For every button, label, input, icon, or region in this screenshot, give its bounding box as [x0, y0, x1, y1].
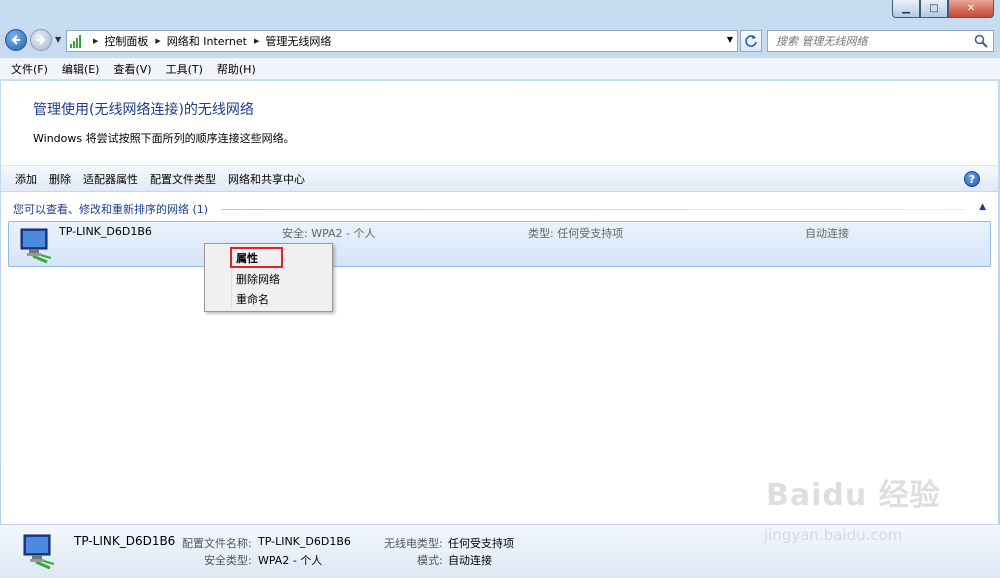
maximize-button[interactable]: □	[920, 0, 948, 18]
details-mode-value: 自动连接	[448, 554, 492, 567]
details-radio-label: 无线电类型:	[384, 537, 443, 550]
context-menu-properties[interactable]: 属性	[236, 250, 258, 266]
wireless-network-icon	[23, 534, 55, 570]
context-menu-delete-network[interactable]: 删除网络	[236, 271, 280, 287]
arrow-left-icon	[11, 35, 20, 45]
wireless-network-icon	[20, 228, 52, 264]
details-profile-label: 配置文件名称:	[182, 537, 252, 550]
search-box	[767, 30, 994, 52]
breadcrumb-manage-wireless[interactable]: 管理无线网络	[265, 33, 331, 49]
window-frame: ▁ □ ✕ ▼ ▶ 控制面板 ▶ 网络和 Internet ▶ 管理无线网络 ▼	[0, 0, 1000, 578]
forward-button[interactable]	[30, 29, 52, 51]
navigation-bar: ▼ ▶ 控制面板 ▶ 网络和 Internet ▶ 管理无线网络 ▼	[0, 26, 1000, 54]
breadcrumb-separator-icon: ▶	[155, 37, 161, 45]
search-icon[interactable]	[974, 34, 988, 48]
baidu-watermark: Baidu 经验 jingyan.baidu.com	[760, 470, 980, 560]
menu-tools[interactable]: 工具(T)	[159, 61, 210, 77]
menu-file[interactable]: 文件(F)	[4, 61, 55, 77]
add-button[interactable]: 添加	[9, 171, 43, 187]
details-profile-value: TP-LINK_D6D1B6	[258, 535, 351, 548]
page-title: 管理使用(无线网络连接)的无线网络	[33, 102, 254, 118]
breadcrumb-separator-icon: ▶	[253, 37, 260, 45]
remove-button[interactable]: 删除	[43, 171, 77, 187]
context-menu-rename[interactable]: 重命名	[236, 291, 269, 307]
network-name: TP-LINK_D6D1B6	[59, 225, 152, 238]
network-type: 类型: 任何受支持项	[528, 227, 624, 240]
page-description: Windows 将尝试按照下面所列的顺序连接这些网络。	[33, 132, 295, 145]
network-control-panel-icon	[70, 34, 86, 48]
menu-view[interactable]: 查看(V)	[106, 61, 158, 77]
help-icon[interactable]: ?	[964, 171, 980, 187]
menu-bar: 文件(F) 编辑(E) 查看(V) 工具(T) 帮助(H)	[0, 58, 1000, 80]
details-radio-value: 任何受支持项	[448, 537, 514, 550]
caption-buttons: ▁ □ ✕	[892, 0, 994, 18]
address-bar[interactable]: ▶ 控制面板 ▶ 网络和 Internet ▶ 管理无线网络 ▼	[66, 30, 738, 52]
search-input[interactable]	[776, 34, 966, 48]
refresh-icon	[745, 35, 757, 47]
refresh-button[interactable]	[740, 30, 762, 52]
context-menu: 属性 删除网络 重命名	[204, 243, 333, 312]
details-security-label: 安全类型:	[204, 554, 252, 567]
history-dropdown-icon[interactable]: ▼	[55, 35, 61, 44]
minimize-button[interactable]: ▁	[892, 0, 920, 18]
arrow-right-icon	[37, 35, 46, 45]
breadcrumb-network-internet[interactable]: 网络和 Internet	[167, 33, 247, 49]
menu-edit[interactable]: 编辑(E)	[55, 61, 107, 77]
group-header: 您可以查看、修改和重新排序的网络 (1)	[13, 203, 209, 216]
chevron-down-icon[interactable]: ▼	[727, 35, 733, 44]
command-toolbar: 添加 删除 适配器属性 配置文件类型 网络和共享中心 ?	[1, 165, 998, 192]
details-network-name: TP-LINK_D6D1B6	[74, 534, 176, 548]
chevron-up-icon[interactable]: ▲	[979, 202, 986, 212]
details-security-value: WPA2 - 个人	[258, 554, 323, 567]
network-mode: 自动连接	[805, 227, 849, 240]
network-list-item[interactable]: TP-LINK_D6D1B6 安全: WPA2 - 个人 类型: 任何受支持项 …	[8, 221, 991, 267]
breadcrumb-control-panel[interactable]: 控制面板	[104, 33, 148, 49]
main-content: 管理使用(无线网络连接)的无线网络 Windows 将尝试按照下面所列的顺序连接…	[1, 81, 998, 524]
adapter-properties-button[interactable]: 适配器属性	[77, 171, 144, 187]
profile-types-button[interactable]: 配置文件类型	[144, 171, 222, 187]
network-security: 安全: WPA2 - 个人	[282, 227, 376, 240]
watermark-logo: Baidu 经验	[766, 478, 941, 513]
network-sharing-center-button[interactable]: 网络和共享中心	[222, 171, 311, 187]
menu-help[interactable]: 帮助(H)	[210, 61, 263, 77]
group-divider	[221, 209, 965, 210]
back-button[interactable]	[5, 29, 27, 51]
breadcrumb-separator-icon: ▶	[93, 37, 99, 45]
watermark-url: jingyan.baidu.com	[764, 526, 903, 544]
details-mode-label: 模式:	[417, 554, 443, 567]
close-button[interactable]: ✕	[948, 0, 994, 18]
